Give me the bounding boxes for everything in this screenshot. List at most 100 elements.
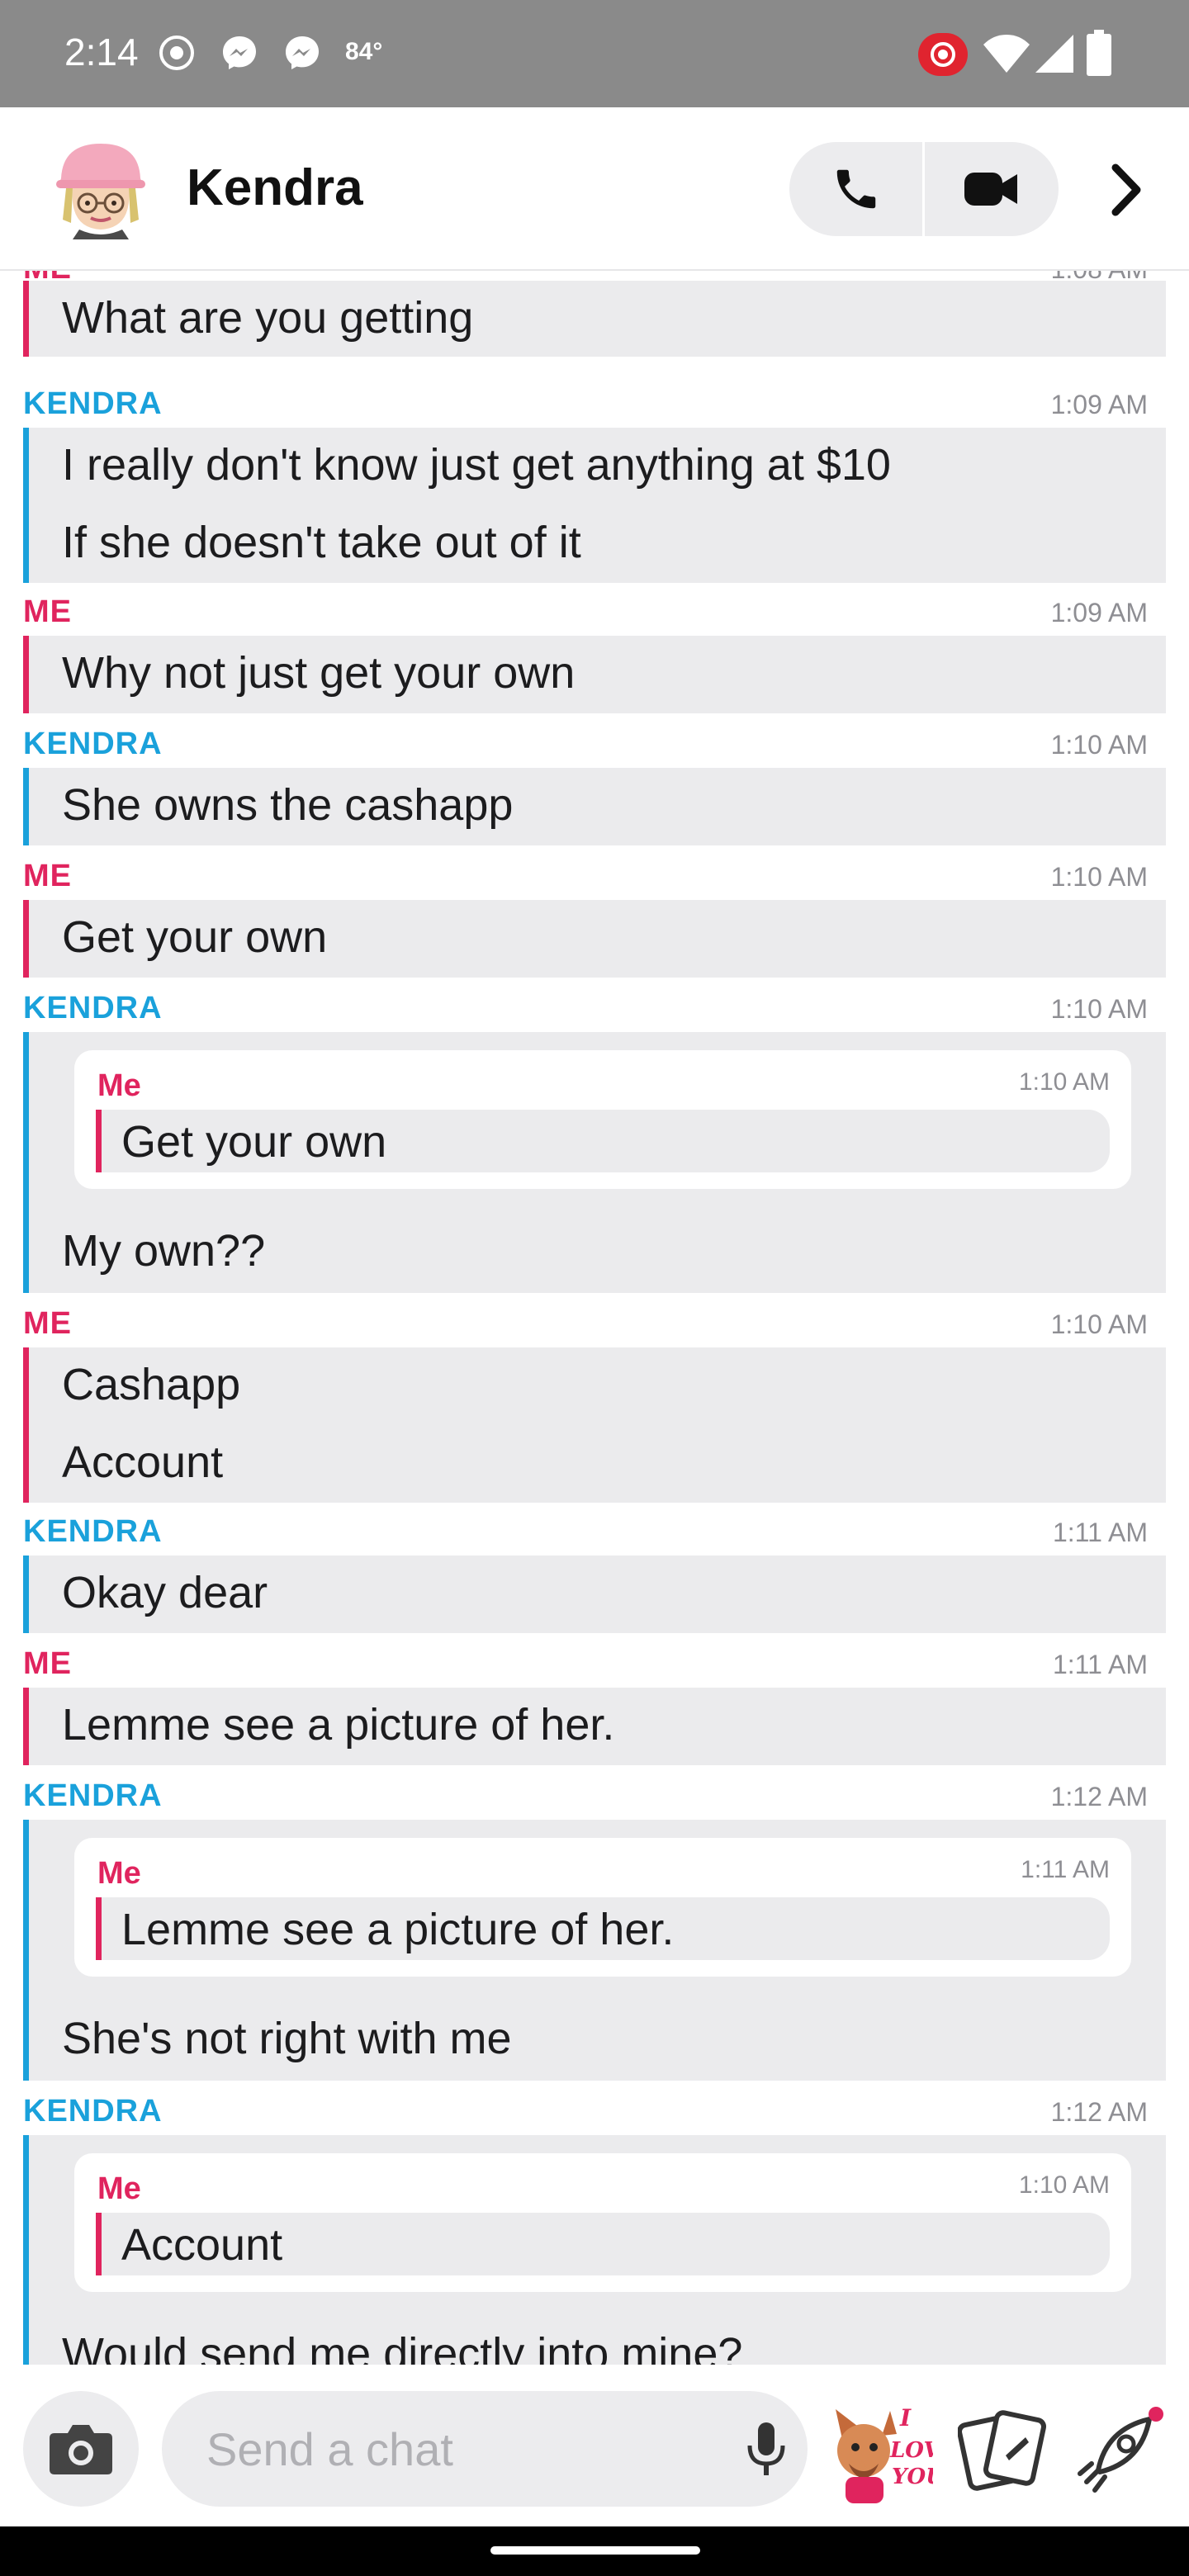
message-sender: KENDRA [23,991,163,1025]
message-time: 1:11 AM [1052,1650,1148,1679]
video-call-button[interactable] [925,142,1059,236]
message-bubble[interactable]: I really don't know just get anything at… [23,428,1166,583]
quoted-body: Lemme see a picture of her. [96,1897,1110,1960]
battery-icon [1087,30,1111,76]
message-bubble[interactable]: Okay dear [23,1556,1166,1633]
svg-text:I: I [899,2404,912,2432]
message-bubble[interactable]: Me 1:10 AM Account Would send me directl… [23,2135,1166,2365]
contact-name[interactable]: Kendra [187,159,363,217]
message-text: If she doesn't take out of it [62,518,581,567]
voice-call-button[interactable] [789,142,923,236]
quoted-time: 1:10 AM [1018,2171,1110,2199]
message-sender: KENDRA [23,2094,163,2129]
message-text: She's not right with me [62,2014,512,2063]
chat-input-container [162,2391,808,2507]
message-text: Cashapp [62,1360,241,1409]
svg-text:LOVE: LOVE [889,2438,933,2463]
microphone-icon[interactable] [741,2421,791,2479]
phone-icon [836,169,876,209]
message-bubble[interactable]: Cashapp Account [23,1347,1166,1503]
chat-log[interactable]: ME 1:08 AM What are you getting KENDRA 1… [0,271,1189,2365]
quoted-sender: Me [97,1068,141,1103]
camera-icon [50,2425,112,2474]
message-time: 1:12 AM [1050,2097,1148,2127]
messenger-icon [286,36,319,69]
call-buttons [789,142,1059,236]
message-text: Account [62,1437,224,1487]
message: KENDRA 1:11 AM Okay dear [23,1514,1166,1638]
message: KENDRA 1:10 AM Me 1:10 AM Get your own M… [23,991,1166,1293]
message-sender: KENDRA [23,386,163,421]
message-sender: KENDRA [23,1778,163,1813]
rocket-icon[interactable] [1073,2404,1172,2495]
message-time: 1:10 AM [1050,1309,1148,1339]
quoted-text: Account [121,2220,283,2270]
status-temperature: 84° [345,38,383,65]
message-time: 1:09 AM [1050,390,1148,419]
message-text: What are you getting [62,293,474,343]
message-time: 1:09 AM [1050,598,1148,627]
message-bubble[interactable]: What are you getting [23,281,1166,357]
message-text: My own?? [62,1226,266,1276]
message: KENDRA 1:09 AM I really don't know just … [23,386,1166,583]
message-text: Okay dear [62,1568,268,1617]
message-bubble[interactable]: Me 1:10 AM Get your own My own?? [23,1032,1166,1293]
message-time: 1:11 AM [1052,1518,1148,1547]
chat-input[interactable] [206,2416,702,2482]
message-sender: ME [23,859,72,893]
message-time: 1:12 AM [1050,1782,1148,1811]
message-text: Get your own [62,912,328,962]
bitmoji-sticker-icon[interactable]: I LOVE YOU [831,2398,933,2505]
signal-icon [1035,35,1073,73]
message: KENDRA 1:12 AM Me 1:10 AM Account Would … [23,2094,1166,2365]
message-bubble[interactable]: Me 1:11 AM Lemme see a picture of her. S… [23,1820,1166,2081]
message-sender: KENDRA [23,727,163,761]
chevron-right-icon[interactable] [1098,157,1156,223]
message: ME 1:11 AM Lemme see a picture of her. [23,1646,1166,1770]
quoted-time: 1:11 AM [1021,1856,1110,1883]
status-bar: 2:14 84° [0,0,1189,107]
quoted-text: Get your own [121,1117,387,1167]
message: ME 1:10 AM Get your own [23,859,1166,983]
message-bubble[interactable]: Get your own [23,900,1166,978]
avatar[interactable] [54,137,147,239]
message: KENDRA 1:12 AM Me 1:11 AM Lemme see a pi… [23,1778,1166,2081]
quoted-body: Account [96,2213,1110,2275]
quoted-message[interactable]: Me 1:11 AM Lemme see a picture of her. [74,1838,1131,1977]
message-time: 1:10 AM [1050,994,1148,1024]
quoted-message[interactable]: Me 1:10 AM Account [74,2153,1131,2292]
message-text: Would send me directly into mine? [62,2329,743,2365]
message-text: I really don't know just get anything at… [62,440,891,490]
quoted-message[interactable]: Me 1:10 AM Get your own [74,1050,1131,1189]
camera-button[interactable] [23,2391,139,2507]
message-sender: ME [23,594,72,629]
message-text: Why not just get your own [62,648,576,698]
system-nav-bar [0,2526,1189,2576]
quoted-body: Get your own [96,1110,1110,1172]
message: ME 1:08 AM What are you getting [23,271,1166,357]
message-bubble[interactable]: Lemme see a picture of her. [23,1688,1166,1765]
video-icon [964,173,1017,206]
svg-text:YOU: YOU [892,2465,933,2489]
message-bubble[interactable]: Why not just get your own [23,636,1166,713]
home-indicator[interactable] [490,2546,700,2555]
quoted-text: Lemme see a picture of her. [121,1905,675,1954]
cast-icon [918,33,968,76]
composer-bar: I LOVE YOU [0,2365,1189,2526]
message-bubble[interactable]: She owns the cashapp [23,768,1166,845]
wifi-icon [983,35,1030,73]
message-text: She owns the cashapp [62,780,514,830]
message: ME 1:10 AM Cashapp Account [23,1306,1166,1508]
chat-header: Kendra [0,107,1189,271]
message-time: 1:10 AM [1050,730,1148,760]
message-time: 1:10 AM [1050,862,1148,892]
message: KENDRA 1:10 AM She owns the cashapp [23,727,1166,850]
cards-icon[interactable] [958,2409,1049,2492]
message-sender: ME [23,1306,72,1341]
status-time: 2:14 [64,31,139,73]
quoted-sender: Me [97,2171,141,2206]
screen-record-icon [159,36,194,70]
quoted-time: 1:10 AM [1018,1068,1110,1096]
messenger-icon [223,36,256,69]
message-sender: KENDRA [23,1514,163,1549]
